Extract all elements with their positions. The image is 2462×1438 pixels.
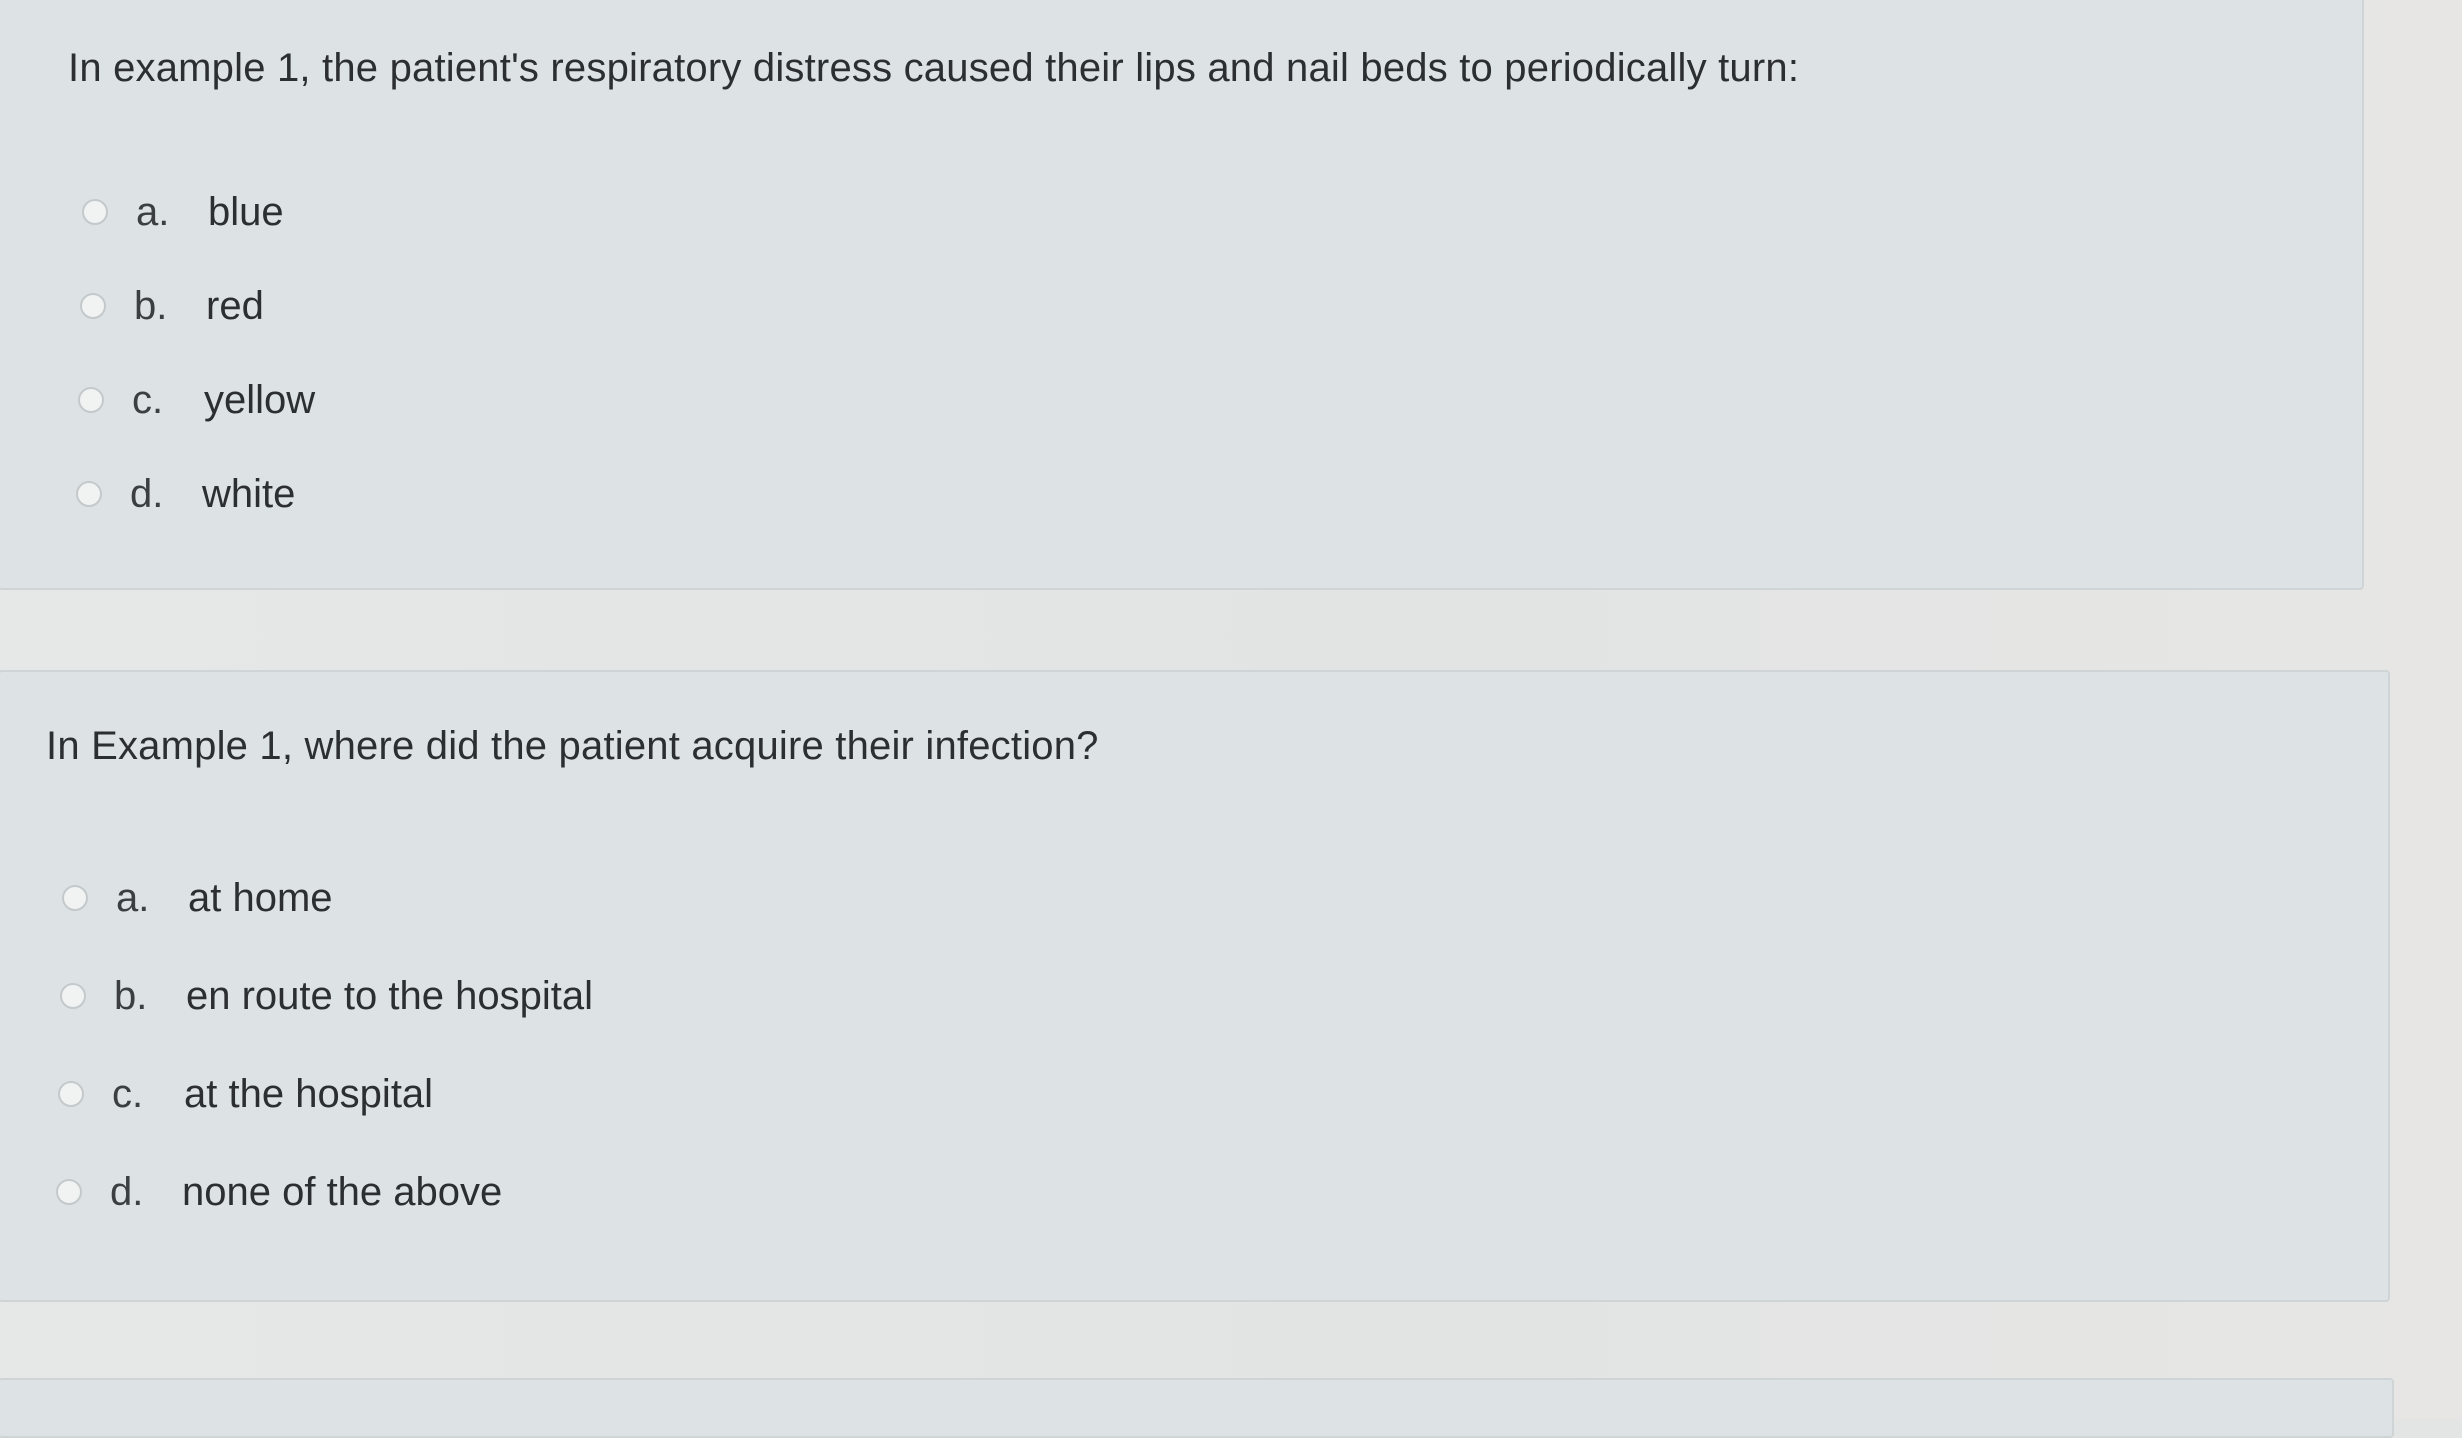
answer-option-a[interactable]: a. blue <box>82 184 284 240</box>
radio-button[interactable] <box>80 293 106 319</box>
radio-button[interactable] <box>56 1179 82 1205</box>
option-text: at home <box>188 875 333 920</box>
answer-option-c[interactable]: c. at the hospital <box>58 1066 433 1122</box>
question-card-3 <box>0 1378 2394 1438</box>
radio-button[interactable] <box>62 885 88 911</box>
option-text: blue <box>208 189 284 234</box>
option-text: white <box>202 471 296 516</box>
option-letter: c. <box>112 1071 144 1116</box>
option-letter: a. <box>136 189 170 234</box>
option-text: red <box>206 283 264 328</box>
question-prompt: In example 1, the patient's respiratory … <box>68 46 1800 90</box>
radio-button[interactable] <box>78 387 104 413</box>
quiz-page: In example 1, the patient's respiratory … <box>0 0 2462 1438</box>
answer-option-a[interactable]: a. at home <box>62 870 333 926</box>
option-text: en route to the hospital <box>186 973 593 1018</box>
radio-button[interactable] <box>60 983 86 1009</box>
option-text: at the hospital <box>184 1071 434 1116</box>
answer-option-b[interactable]: b. en route to the hospital <box>60 968 593 1024</box>
option-letter: d. <box>110 1169 144 1214</box>
answer-option-c[interactable]: c. yellow <box>78 372 315 428</box>
question-card-1: In example 1, the patient's respiratory … <box>0 0 2364 590</box>
option-text: none of the above <box>182 1169 503 1214</box>
answer-option-d[interactable]: d. none of the above <box>56 1164 502 1220</box>
radio-button[interactable] <box>58 1081 84 1107</box>
radio-button[interactable] <box>82 199 108 225</box>
question-card-2: In Example 1, where did the patient acqu… <box>0 670 2390 1302</box>
question-prompt: In Example 1, where did the patient acqu… <box>46 724 1099 768</box>
option-letter: a. <box>116 875 150 920</box>
answer-option-b[interactable]: b. red <box>80 278 264 334</box>
option-letter: d. <box>130 471 164 516</box>
option-letter: c. <box>132 377 164 422</box>
radio-button[interactable] <box>76 481 102 507</box>
option-letter: b. <box>114 973 148 1018</box>
option-text: yellow <box>204 377 316 422</box>
option-letter: b. <box>134 283 168 328</box>
answer-option-d[interactable]: d. white <box>76 466 295 522</box>
